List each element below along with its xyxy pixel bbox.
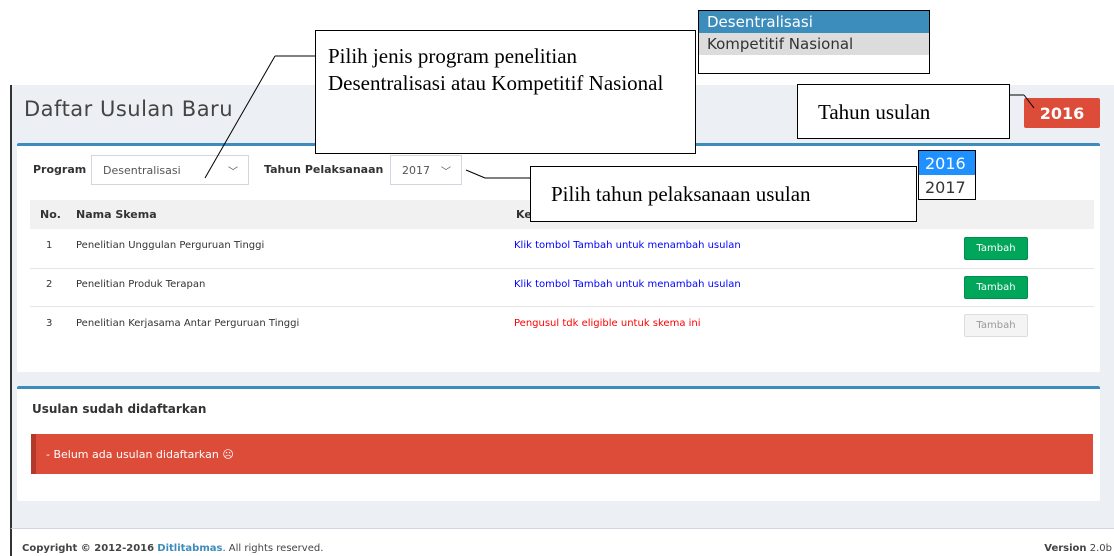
program-option-selected[interactable]: Desentralisasi: [699, 11, 929, 33]
program-option[interactable]: Kompetitif Nasional: [699, 33, 929, 55]
year-badge-callout: Tahun usulan: [797, 84, 1010, 139]
year-option[interactable]: 2017: [919, 175, 975, 199]
program-callout: Pilih jenis program penelitian Desentral…: [315, 30, 696, 154]
year-option-selected[interactable]: 2016: [919, 151, 975, 175]
year-dropdown: 2016 2017: [918, 150, 976, 200]
year-select-callout: Pilih tahun pelaksanaan usulan: [530, 166, 917, 222]
program-dropdown: Desentralisasi Kompetitif Nasional: [698, 10, 930, 74]
